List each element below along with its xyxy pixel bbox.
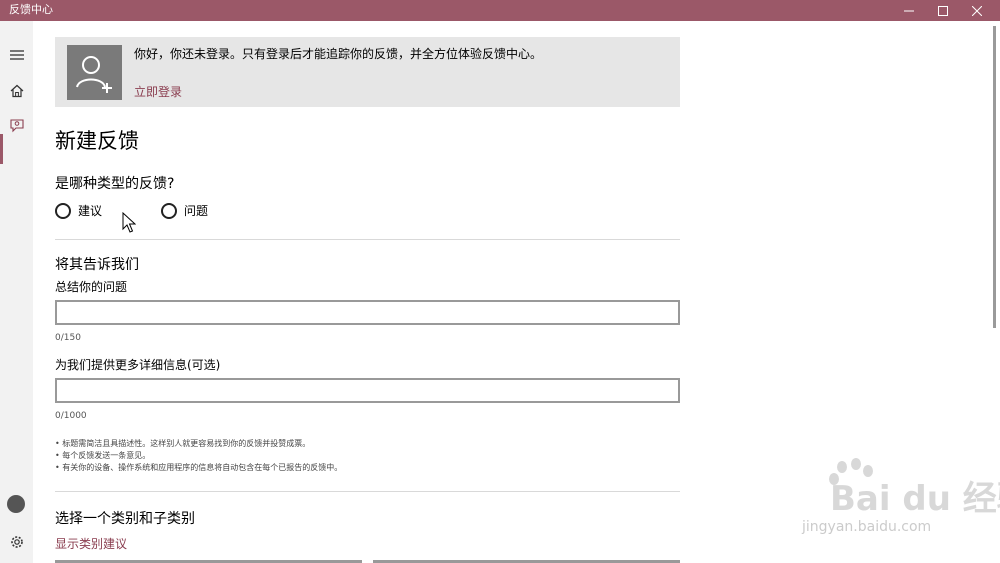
details-input[interactable] [55, 378, 680, 403]
sign-in-link[interactable]: 立即登录 [134, 84, 182, 100]
close-button[interactable] [960, 0, 994, 21]
tips-list: • 标题需简洁且具描述性。这样别人就更容易找到你的反馈并投赞成票。 • 每个反馈… [55, 438, 342, 474]
nav-rail [0, 21, 33, 563]
category-title: 选择一个类别和子类别 [55, 511, 195, 527]
summary-input[interactable] [55, 300, 680, 325]
title-bar: 反馈中心 [0, 0, 1000, 21]
tip-item: • 每个反馈发送一条意见。 [55, 451, 151, 460]
radio-problem[interactable]: 问题 [161, 202, 208, 220]
minimize-icon [904, 10, 914, 11]
gear-icon [10, 536, 23, 548]
details-label: 为我们提供更多详细信息(可选) [55, 358, 221, 372]
section-divider [55, 491, 680, 492]
sign-in-message: 你好，你还未登录。只有登录后才能追踪你的反馈，并全方位体验反馈中心。 [134, 47, 543, 61]
settings-button[interactable] [0, 527, 33, 557]
watermark: Bai du 经验 jingyan.baidu.com [760, 455, 1000, 540]
feedback-type-question: 是哪种类型的反馈? [55, 176, 175, 192]
sign-in-banner: 你好，你还未登录。只有登录后才能追踪你的反馈，并全方位体验反馈中心。 立即登录 [55, 37, 680, 107]
watermark-brand: Bai du 经验 [830, 479, 1000, 519]
radio-label: 问题 [184, 204, 209, 218]
nav-home[interactable] [0, 76, 33, 106]
window-title: 反馈中心 [9, 3, 53, 16]
mouse-cursor-icon [122, 212, 136, 233]
nav-feedback[interactable] [0, 111, 33, 141]
menu-button[interactable] [0, 40, 33, 70]
details-counter: 0/1000 [55, 411, 87, 421]
avatar[interactable] [7, 495, 25, 513]
summary-label: 总结你的问题 [55, 280, 128, 294]
maximize-button[interactable] [926, 0, 960, 21]
add-user-icon [76, 56, 112, 93]
tell-us-title: 将其告诉我们 [55, 257, 139, 273]
summary-counter: 0/150 [55, 333, 81, 343]
scrollbar-thumb[interactable] [993, 26, 996, 328]
close-icon [972, 5, 982, 16]
profile-placeholder [67, 45, 122, 100]
radio-suggestion[interactable]: 建议 [55, 202, 102, 220]
tip-item: • 有关你的设备、操作系统和应用程序的信息将自动包含在每个已报告的反馈中。 [55, 463, 343, 472]
radio-label: 建议 [78, 204, 103, 218]
watermark-url: jingyan.baidu.com [802, 519, 932, 535]
feedback-icon [9, 119, 24, 133]
minimize-button[interactable] [892, 0, 926, 21]
hamburger-icon [9, 50, 24, 60]
section-divider [55, 239, 680, 240]
show-category-suggestions-link[interactable]: 显示类别建议 [55, 536, 127, 552]
page-title: 新建反馈 [55, 129, 139, 153]
tip-item: • 标题需简洁且具描述性。这样别人就更容易找到你的反馈并投赞成票。 [55, 439, 311, 448]
radio-circle [55, 203, 71, 219]
radio-circle [161, 203, 177, 219]
home-icon [10, 84, 23, 98]
maximize-icon [938, 5, 948, 16]
